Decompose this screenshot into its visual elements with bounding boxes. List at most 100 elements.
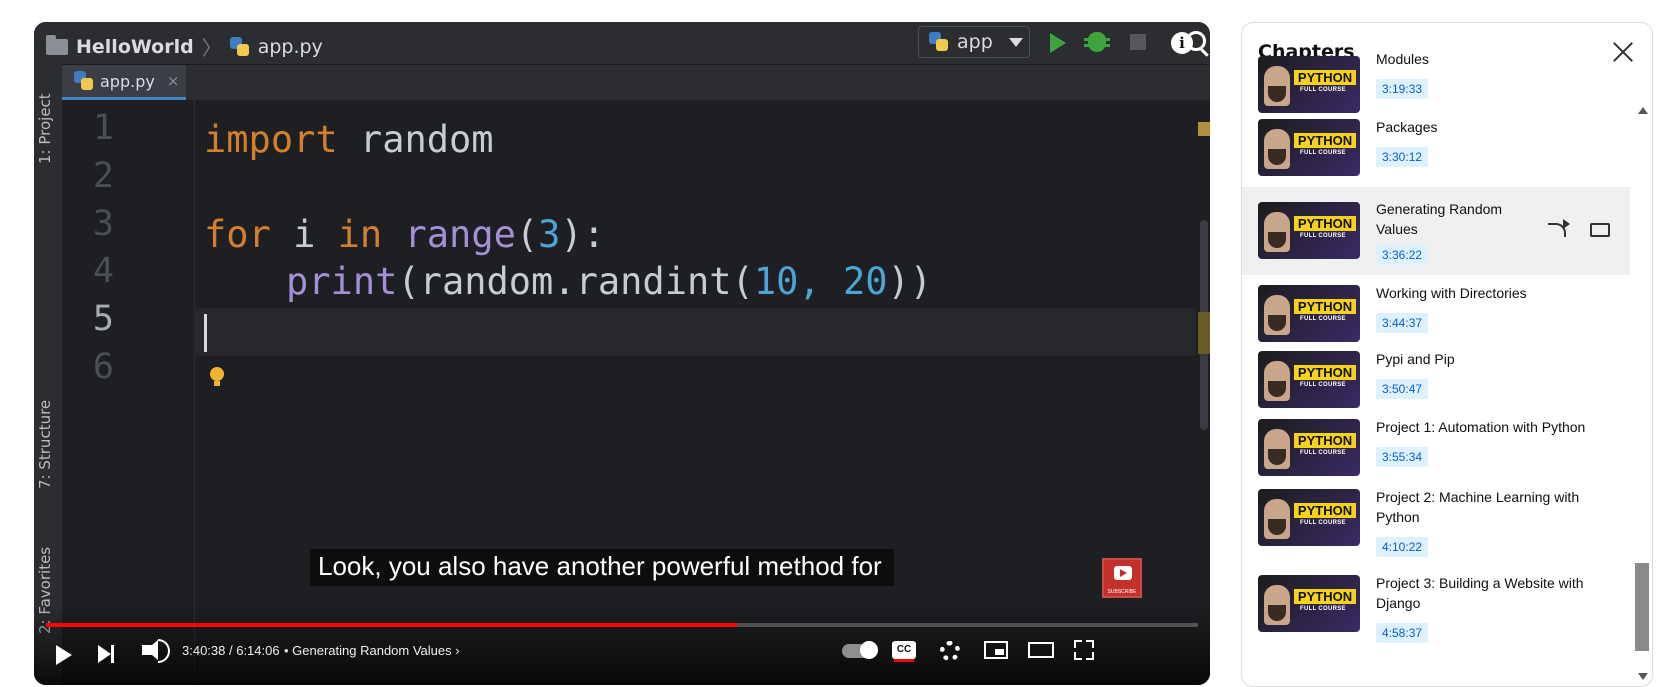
thumbnail-sublabel: FULL COURSE — [1300, 316, 1346, 322]
chapter-timestamp[interactable]: 3:19:33 — [1376, 79, 1429, 99]
run-icon[interactable] — [1050, 33, 1066, 53]
chapters-list[interactable]: PYTHON FULL COURSE Modules 3:19:33 PYTHON FUL… — [1242, 51, 1652, 686]
structure-tab[interactable]: 7: Structure — [36, 400, 54, 489]
scroll-up-icon[interactable] — [1638, 107, 1648, 114]
scroll-marker — [1198, 122, 1210, 136]
chapter-item[interactable]: PYTHON FULL COURSE Project 3: Building a W… — [1242, 565, 1630, 653]
presenter-image — [1264, 129, 1290, 169]
video-caption: Look, you also have another powerful met… — [310, 549, 894, 586]
chapter-title: Modules — [1376, 51, 1429, 67]
chapter-title: Project 3: Building a Website with Djang… — [1376, 575, 1584, 611]
chapter-thumbnail: PYTHON FULL COURSE — [1258, 202, 1360, 259]
python-file-icon — [74, 71, 94, 91]
editor-tab-app[interactable]: app.py × — [62, 65, 186, 100]
volume-icon[interactable] — [142, 639, 170, 663]
subscribe-badge[interactable]: SUBSCRIBE — [1102, 558, 1142, 598]
python-file-icon — [229, 36, 250, 57]
editor-scrollbar[interactable] — [1196, 100, 1210, 685]
theater-mode-icon[interactable] — [1028, 642, 1054, 658]
line-number: 1 — [92, 108, 114, 148]
thumbnail-label: PYTHON — [1294, 216, 1356, 231]
thumbnail-sublabel: FULL COURSE — [1300, 520, 1346, 526]
subscribe-label: SUBSCRIBE — [1107, 589, 1137, 595]
chapter-timestamp[interactable]: 3:50:47 — [1376, 379, 1429, 399]
chapter-thumbnail: PYTHON FULL COURSE — [1258, 419, 1360, 476]
text-cursor — [204, 314, 207, 352]
presenter-image — [1264, 295, 1290, 335]
chapter-timestamp[interactable]: 4:58:37 — [1376, 623, 1429, 643]
run-config-label: app — [957, 31, 993, 53]
autoplay-toggle[interactable] — [842, 641, 878, 659]
progress-bar[interactable] — [46, 623, 1198, 627]
chapter-item[interactable]: PYTHON FULL COURSE Packages 3:30:12 — [1242, 109, 1630, 197]
presenter-image — [1264, 585, 1290, 625]
scroll-marker — [1198, 312, 1210, 354]
editor-tab-label: app.py — [100, 71, 155, 91]
project-tab[interactable]: 1: Project — [36, 93, 54, 164]
captions-button[interactable]: CC — [892, 641, 916, 659]
chapter-item[interactable]: PYTHON FULL COURSE Project 2: Machine Lear… — [1242, 479, 1630, 567]
player-controls: 3:40:38 / 6:14:06 • Generating Random Va… — [34, 603, 1210, 685]
lightbulb-icon[interactable] — [210, 367, 224, 386]
run-config-dropdown[interactable]: app — [918, 26, 1030, 58]
next-button[interactable] — [98, 645, 114, 663]
editor-tabbar: app.py × — [62, 65, 1210, 100]
chapter-title: Working with Directories — [1376, 285, 1527, 301]
thumbnail-sublabel: FULL COURSE — [1300, 450, 1346, 456]
chevron-down-icon — [1008, 37, 1023, 47]
fullscreen-icon[interactable] — [1074, 640, 1094, 660]
thumbnail-sublabel: FULL COURSE — [1300, 87, 1346, 93]
chevron-right-icon: 〉 — [201, 36, 222, 60]
code-line-3[interactable]: for i in range(3): — [204, 213, 605, 256]
chapter-timestamp[interactable]: 3:36:22 — [1376, 245, 1429, 265]
line-gutter: 1 2 3 4 5 6 — [62, 100, 224, 685]
thumbnail-sublabel: FULL COURSE — [1300, 606, 1346, 612]
chapter-thumbnail: PYTHON FULL COURSE — [1258, 575, 1360, 632]
progress-played — [46, 623, 738, 627]
chapter-timestamp[interactable]: 4:10:22 — [1376, 537, 1429, 557]
chapter-title: Project 1: Automation with Python — [1376, 419, 1586, 435]
play-button[interactable] — [56, 645, 72, 665]
chapter-timestamp[interactable]: 3:30:12 — [1376, 147, 1429, 167]
chapter-item[interactable]: PYTHON FULL COURSE Generating Random Value… — [1242, 187, 1630, 275]
close-icon[interactable]: × — [167, 72, 180, 90]
chapters-scroll-thumb[interactable] — [1635, 563, 1649, 651]
loop-icon[interactable] — [1590, 223, 1610, 237]
video-player[interactable]: HelloWorld 〉 app.py app i 1: Project 7: … — [34, 22, 1210, 685]
thumbnail-label: PYTHON — [1294, 133, 1356, 148]
chapter-thumbnail: PYTHON FULL COURSE — [1258, 285, 1360, 342]
chapter-title: Generating Random Values — [1376, 201, 1503, 237]
chapters-panel: Chapters PYTHON FULL COURSE Modules 3:19:33… — [1241, 22, 1653, 687]
thumbnail-label: PYTHON — [1294, 503, 1356, 518]
thumbnail-label: PYTHON — [1294, 70, 1356, 85]
share-icon[interactable] — [1548, 219, 1570, 237]
folder-icon — [46, 34, 68, 55]
time-display: 3:40:38 / 6:14:06 — [182, 643, 280, 658]
ide-side-strip: 1: Project 7: Structure 2: Favorites — [34, 64, 62, 685]
control-row: 3:40:38 / 6:14:06 • Generating Random Va… — [34, 639, 1210, 675]
current-line-highlight — [194, 308, 1196, 356]
chapter-title: Pypi and Pip — [1376, 351, 1455, 367]
presenter-image — [1264, 429, 1290, 469]
chapter-timestamp[interactable]: 3:55:34 — [1376, 447, 1429, 467]
thumbnail-label: PYTHON — [1294, 589, 1356, 604]
line-number: 2 — [92, 156, 114, 196]
miniplayer-icon[interactable] — [984, 641, 1008, 659]
thumbnail-label: PYTHON — [1294, 365, 1356, 380]
presenter-image — [1264, 499, 1290, 539]
settings-gear-icon[interactable] — [940, 641, 960, 661]
code-line-4[interactable]: print(random.randint(10, 20)) — [286, 260, 932, 303]
chapter-timestamp[interactable]: 3:44:37 — [1376, 313, 1429, 333]
search-icon[interactable] — [1186, 31, 1206, 51]
scroll-down-icon[interactable] — [1638, 673, 1648, 680]
presenter-image — [1264, 212, 1290, 252]
code-line-1[interactable]: import random — [204, 118, 494, 161]
debug-icon[interactable] — [1084, 32, 1110, 52]
line-number: 3 — [92, 204, 114, 244]
line-number: 4 — [92, 251, 114, 291]
play-logo-icon — [1114, 566, 1132, 580]
python-icon — [929, 32, 949, 52]
chapter-thumbnail: PYTHON FULL COURSE — [1258, 119, 1360, 176]
stop-icon[interactable] — [1130, 34, 1146, 50]
current-chapter-button[interactable]: • Generating Random Values › — [284, 643, 460, 658]
